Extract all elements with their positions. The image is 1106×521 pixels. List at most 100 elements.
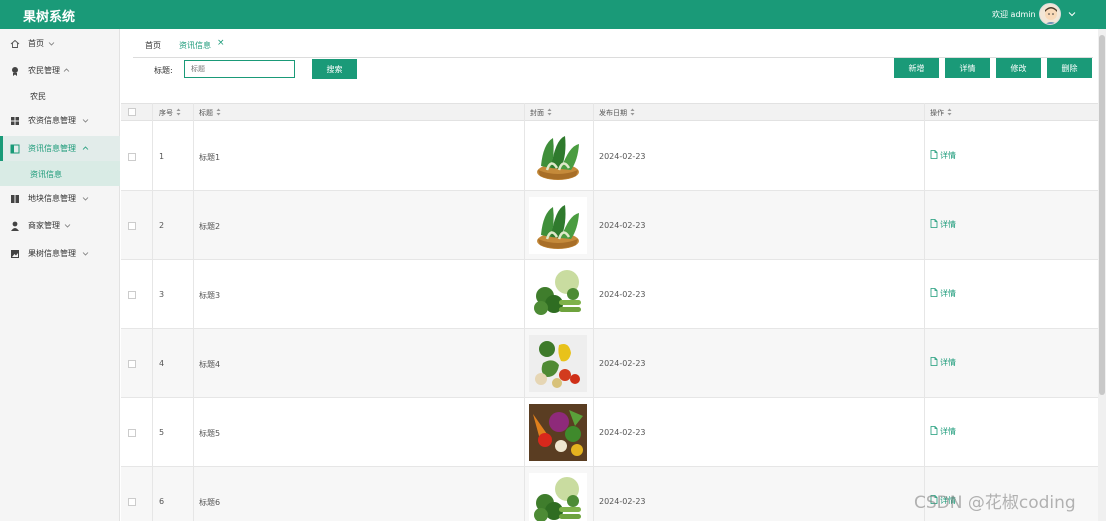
row-checkbox[interactable] [128, 429, 136, 437]
watermark: CSDN @花椒coding [914, 493, 1076, 513]
column-divider [593, 103, 594, 521]
page-scrollbar[interactable] [1098, 29, 1106, 521]
delete-button[interactable]: 删除 [1047, 58, 1092, 78]
row-title: 标题3 [199, 291, 221, 300]
row-date: 2024-02-23 [599, 290, 646, 299]
sidebar-subitem-label: 资讯信息 [30, 170, 62, 179]
panel-icon [10, 144, 20, 153]
row-checkbox[interactable] [128, 153, 136, 161]
row-index: 6 [159, 497, 165, 506]
row-checkbox[interactable] [128, 291, 136, 299]
avatar[interactable] [1039, 3, 1061, 25]
sidebar-item-label: 商家管理 [28, 221, 60, 230]
sidebar-item-plots[interactable]: 地块信息管理 [0, 186, 120, 211]
sidebar: 首页 农民管理 农民 农资信息管理 资讯信息管理 资讯信息 地块信息管理 商家管… [0, 29, 120, 521]
row-detail-link[interactable]: 详情 [930, 426, 956, 437]
image-icon [11, 249, 19, 258]
row-checkbox[interactable] [128, 222, 136, 230]
edit-button[interactable]: 修改 [996, 58, 1041, 78]
row-index: 5 [159, 428, 165, 437]
grid-icon [11, 116, 19, 125]
sort-icon [176, 108, 181, 116]
row-checkbox[interactable] [128, 360, 136, 368]
sidebar-subitem-news[interactable]: 资讯信息 [0, 161, 120, 186]
tab-label: 资讯信息 [179, 41, 211, 50]
document-icon [930, 150, 938, 159]
row-date: 2024-02-23 [599, 359, 646, 368]
table-row[interactable]: 5 标题5 2024-02-23 详情 [121, 398, 1098, 467]
columns-icon [11, 194, 19, 203]
sidebar-item-news[interactable]: 资讯信息管理 [0, 136, 120, 161]
search-label: 标题: [154, 66, 173, 75]
sidebar-item-label: 果树信息管理 [28, 249, 76, 258]
column-header-title[interactable]: 标题 [199, 108, 221, 118]
table-row[interactable]: 1 标题1 2024-02-23 详情 [121, 122, 1098, 191]
row-index: 3 [159, 290, 165, 299]
select-all-checkbox[interactable] [128, 108, 136, 116]
row-detail-link[interactable]: 详情 [930, 219, 956, 230]
cover-image-broccoli-cabbage [529, 473, 587, 521]
row-detail-link[interactable]: 详情 [930, 150, 956, 161]
sidebar-item-fruit-trees[interactable]: 果树信息管理 [0, 241, 120, 266]
sort-icon [947, 108, 952, 116]
row-date: 2024-02-23 [599, 152, 646, 161]
column-header-date[interactable]: 发布日期 [599, 108, 635, 118]
app-title: 果树系统 [23, 10, 76, 25]
sidebar-subitem-label: 农民 [30, 92, 46, 101]
document-icon [930, 219, 938, 228]
scrollbar-thumb[interactable] [1099, 35, 1105, 395]
column-divider [152, 103, 153, 521]
row-index: 4 [159, 359, 165, 368]
home-icon [10, 39, 20, 48]
search-input[interactable] [184, 60, 295, 78]
column-header-cover[interactable]: 封面 [530, 108, 552, 118]
row-title: 标题6 [199, 498, 221, 507]
detail-button[interactable]: 详情 [945, 58, 990, 78]
close-icon[interactable]: × [217, 38, 225, 48]
table-header: 序号 标题 封面 发布日期 操作 [121, 103, 1098, 121]
sidebar-item-home[interactable]: 首页 [0, 31, 120, 56]
table-row[interactable]: 4 标题4 2024-02-23 详情 [121, 329, 1098, 398]
row-title: 标题4 [199, 360, 221, 369]
column-header-action[interactable]: 操作 [930, 108, 952, 118]
sidebar-item-supplies[interactable]: 农资信息管理 [0, 108, 120, 133]
cover-image-bok-choy-basket [529, 197, 587, 254]
cover-image-bok-choy-basket [529, 128, 587, 185]
search-button[interactable]: 搜索 [312, 59, 357, 79]
chevron-down-icon [82, 119, 89, 123]
sidebar-item-label: 资讯信息管理 [28, 144, 76, 153]
tab-home[interactable]: 首页 [145, 40, 161, 51]
document-icon [930, 357, 938, 366]
sidebar-subitem-farmer[interactable]: 农民 [0, 83, 120, 108]
column-divider [924, 103, 925, 521]
tab-bar: 首页 资讯信息 × [133, 36, 1093, 58]
column-header-index[interactable]: 序号 [159, 108, 181, 118]
table-row[interactable]: 2 标题2 2024-02-23 详情 [121, 191, 1098, 260]
table-row[interactable]: 3 标题3 2024-02-23 详情 [121, 260, 1098, 329]
sidebar-item-label: 农资信息管理 [28, 116, 76, 125]
row-index: 2 [159, 221, 165, 230]
chevron-up-icon [63, 68, 70, 72]
row-detail-link[interactable]: 详情 [930, 357, 956, 368]
row-date: 2024-02-23 [599, 221, 646, 230]
sidebar-item-label: 农民管理 [28, 66, 60, 75]
row-title: 标题1 [199, 153, 221, 162]
row-checkbox[interactable] [128, 498, 136, 506]
row-title: 标题5 [199, 429, 221, 438]
chevron-down-icon[interactable] [1068, 10, 1076, 18]
add-button[interactable]: 新增 [894, 58, 939, 78]
chevron-up-icon [82, 146, 89, 150]
top-bar: 果树系统 欢迎 admin [0, 0, 1106, 29]
sort-icon [216, 108, 221, 116]
sort-icon [630, 108, 635, 116]
sidebar-item-label: 首页 [28, 39, 44, 48]
sidebar-item-farmers[interactable]: 农民管理 [0, 58, 120, 83]
document-icon [930, 426, 938, 435]
column-divider [193, 103, 194, 521]
cover-image-vegetable-basket [529, 404, 587, 461]
document-icon [930, 288, 938, 297]
tab-news[interactable]: 资讯信息 × [179, 38, 225, 51]
row-title: 标题2 [199, 222, 221, 231]
row-detail-link[interactable]: 详情 [930, 288, 956, 299]
sidebar-item-merchants[interactable]: 商家管理 [0, 213, 120, 238]
